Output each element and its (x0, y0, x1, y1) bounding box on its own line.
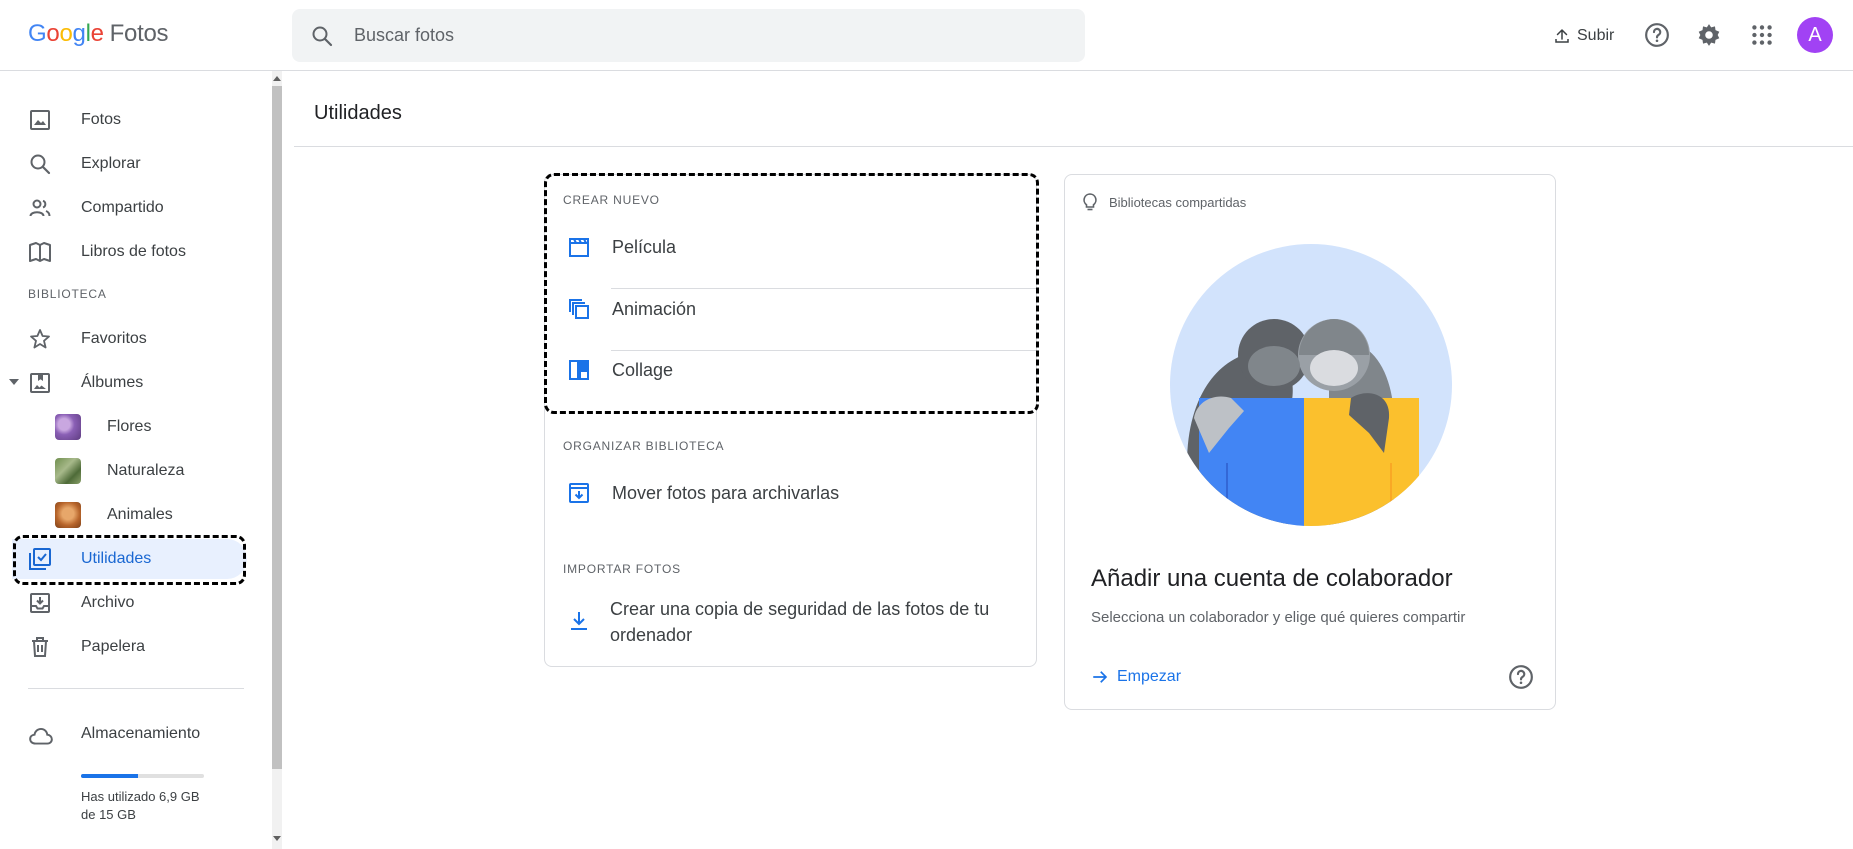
star-icon (30, 329, 50, 349)
album-icon (30, 373, 50, 393)
top-bar: GoogleFotos Subir A (0, 0, 1853, 71)
sidebar: Fotos Explorar Compartido Libros de foto… (0, 71, 283, 849)
partner-sharing-card: Bibliotecas compartidas Añadir una cuent… (1064, 174, 1556, 710)
people-icon (29, 199, 51, 217)
book-icon (29, 242, 51, 262)
apps-grid-icon[interactable] (1749, 22, 1775, 48)
download-icon (571, 612, 587, 630)
partner-hint: Bibliotecas compartidas (1083, 193, 1246, 211)
search-bar[interactable] (292, 9, 1085, 62)
sidebar-divider (28, 688, 244, 689)
create-animation-item[interactable]: Animación (545, 279, 1036, 339)
scroll-down-arrow-icon[interactable] (273, 836, 281, 841)
search-input[interactable] (354, 9, 1054, 62)
sidebar-item-albumes[interactable]: Álbumes (9, 363, 247, 403)
sidebar-item-utilidades[interactable]: Utilidades (12, 539, 247, 579)
help-icon[interactable] (1508, 664, 1534, 690)
upload-icon (1555, 29, 1569, 43)
trash-icon (32, 637, 48, 657)
search-icon[interactable] (310, 24, 334, 48)
sidebar-item-album-animales[interactable]: Animales (12, 495, 247, 535)
partner-card-description: Selecciona un colaborador y elige qué qu… (1091, 609, 1466, 626)
get-started-link[interactable]: Empezar (1091, 668, 1181, 686)
section-label-importar-fotos: IMPORTAR FOTOS (563, 562, 681, 576)
scroll-up-arrow-icon[interactable] (273, 76, 281, 81)
animation-icon (569, 299, 589, 319)
storage-usage-text: Has utilizado 6,9 GB de 15 GB (81, 789, 200, 822)
google-photos-logo[interactable]: Google Fotos (28, 20, 169, 48)
backup-photos-item[interactable]: Crear una copia de seguridad de las foto… (545, 587, 1036, 657)
utilities-icon (29, 548, 51, 570)
sidebar-item-archivo[interactable]: Archivo (12, 583, 247, 623)
sidebar-scrollbar-thumb[interactable] (272, 86, 282, 769)
photo-icon (30, 110, 50, 130)
section-label-biblioteca: BIBLIOTECA (28, 287, 107, 301)
partner-sharing-illustration (1170, 244, 1452, 526)
utilities-card: CREAR NUEVO Película Animación Collage O… (544, 174, 1037, 667)
partner-card-title: Añadir una cuenta de colaborador (1091, 565, 1453, 592)
archive-photos-item[interactable]: Mover fotos para archivarlas (545, 463, 1036, 523)
section-label-organizar-biblioteca: ORGANIZAR BIBLIOTECA (563, 439, 725, 453)
storage-progress-fill (81, 774, 138, 778)
sidebar-item-explorar[interactable]: Explorar (12, 144, 247, 184)
help-icon[interactable] (1644, 22, 1670, 48)
upload-button[interactable]: Subir (1553, 22, 1614, 50)
page-title: Utilidades (314, 102, 402, 124)
sidebar-item-album-naturaleza[interactable]: Naturaleza (12, 451, 247, 491)
sidebar-item-fotos[interactable]: Fotos (12, 100, 247, 140)
storage-title[interactable]: Almacenamiento (81, 723, 211, 745)
archive-move-icon (569, 483, 589, 503)
create-movie-item[interactable]: Película (545, 217, 1036, 277)
album-thumbnail (55, 414, 81, 440)
sidebar-item-album-flores[interactable]: Flores (12, 407, 247, 447)
album-thumbnail (55, 458, 81, 484)
movie-icon (569, 238, 589, 257)
cloud-icon (29, 727, 53, 745)
account-avatar[interactable]: A (1797, 17, 1833, 53)
album-thumbnail (55, 502, 81, 528)
collage-icon (569, 360, 589, 380)
sidebar-item-libros-de-fotos[interactable]: Libros de fotos (12, 232, 247, 272)
main-divider (294, 146, 1853, 147)
section-label-crear-nuevo: CREAR NUEVO (563, 193, 660, 207)
chevron-down-icon[interactable] (9, 379, 19, 385)
settings-gear-icon[interactable] (1696, 22, 1722, 48)
create-collage-item[interactable]: Collage (545, 340, 1036, 400)
sidebar-item-favoritos[interactable]: Favoritos (12, 319, 247, 359)
search-icon (30, 154, 51, 175)
storage-progress-bar (81, 774, 204, 778)
sidebar-item-papelera[interactable]: Papelera (12, 627, 247, 667)
arrow-right-icon (1093, 671, 1108, 683)
lightbulb-icon (1083, 193, 1097, 211)
archive-icon (30, 593, 50, 613)
sidebar-item-compartido[interactable]: Compartido (12, 188, 247, 228)
